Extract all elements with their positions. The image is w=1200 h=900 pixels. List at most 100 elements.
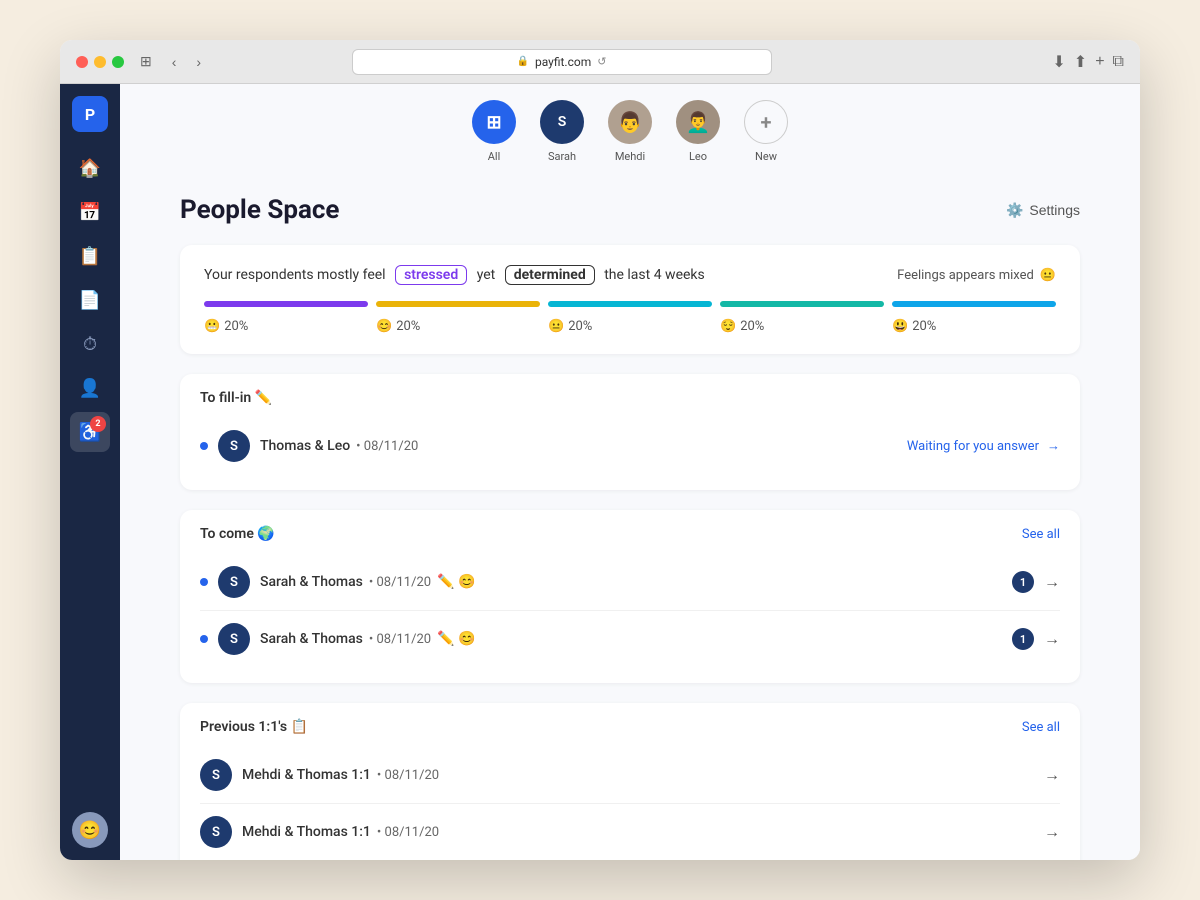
profile-avatar-mehdi: 👨 xyxy=(608,100,652,144)
list-info-prev-1: Mehdi & Thomas 1:1 • 08/11/20 xyxy=(242,824,1034,840)
profile-tab-label-leo: Leo xyxy=(689,150,707,163)
address-bar[interactable]: 🔒 payfit.com ↺ xyxy=(352,49,772,75)
sidebar-item-accessibility[interactable]: ♿ 2 xyxy=(70,412,110,452)
tabs-button[interactable]: ⧉ xyxy=(1113,52,1124,72)
nav-back-button[interactable]: ‹ xyxy=(168,52,181,72)
progress-bar-blue xyxy=(892,301,1056,307)
sidebar-toggle-button[interactable]: ⊞ xyxy=(136,51,156,72)
sidebar-item-timer[interactable]: ⏱ xyxy=(70,324,110,364)
sidebar-item-list[interactable]: 📋 xyxy=(70,236,110,276)
profile-tab-sarah[interactable]: S Sarah xyxy=(540,100,584,163)
page-title: People Space xyxy=(180,195,339,225)
arrow-icon-tc-1[interactable]: → xyxy=(1044,629,1060,649)
progress-bar-yellow xyxy=(376,301,540,307)
new-tab-button[interactable]: + xyxy=(1095,52,1104,72)
feelings-tag-determined: determined xyxy=(505,265,595,285)
list-name-0: Thomas & Leo xyxy=(260,438,350,454)
arrow-icon-prev-1[interactable]: → xyxy=(1044,822,1060,842)
to-fill-in-item-0[interactable]: S Thomas & Leo • 08/11/20 Waiting for yo… xyxy=(200,418,1060,474)
sidebar: P 🏠 📅 📋 📄 ⏱ 👤 ♿ 2 xyxy=(60,84,120,860)
pct-value-3: 20% xyxy=(740,319,764,334)
previous-ones-header: Previous 1:1's 📋 See all xyxy=(200,719,1060,735)
settings-button[interactable]: ⚙️ Settings xyxy=(1006,202,1080,219)
download-button[interactable]: ⬇ xyxy=(1052,52,1065,72)
pct-value-4: 20% xyxy=(912,319,936,334)
list-badge-tc-0: 1 xyxy=(1012,571,1034,593)
pct-item-1: 😊 20% xyxy=(376,319,540,334)
profile-tabs: ⊞ All S Sarah 👨 Mehdi 👨‍🦱 Leo + New xyxy=(120,84,1140,175)
list-avatar-tc-1: S xyxy=(218,623,250,655)
profile-tab-label-mehdi: Mehdi xyxy=(615,150,645,163)
profile-tab-mehdi[interactable]: 👨 Mehdi xyxy=(608,100,652,163)
list-name-tc-0: Sarah & Thomas xyxy=(260,574,363,590)
to-come-section: To come 🌍 See all S Sarah & Thomas • 08/… xyxy=(180,510,1080,683)
list-avatar-prev-0: S xyxy=(200,759,232,791)
to-come-item-1[interactable]: S Sarah & Thomas • 08/11/20 ✏️ 😊 1 → xyxy=(200,611,1060,667)
profile-avatar-sarah: S xyxy=(540,100,584,144)
to-fill-in-section: To fill-in ✏️ S Thomas & Leo • 08/11/20 … xyxy=(180,374,1080,490)
profile-avatar-add: + xyxy=(744,100,788,144)
pct-emoji-3: 😌 xyxy=(720,319,736,334)
gear-icon: ⚙️ xyxy=(1006,202,1023,219)
settings-label: Settings xyxy=(1029,202,1080,218)
page-header: People Space ⚙️ Settings xyxy=(180,195,1080,225)
profile-tab-all[interactable]: ⊞ All xyxy=(472,100,516,163)
list-date-tc-0: • 08/11/20 xyxy=(369,575,431,590)
list-date-prev-0: • 08/11/20 xyxy=(377,768,439,783)
timer-icon: ⏱ xyxy=(83,334,97,355)
sidebar-item-people[interactable]: 👤 xyxy=(70,368,110,408)
profile-avatar-all: ⊞ xyxy=(472,100,516,144)
home-icon: 🏠 xyxy=(79,158,101,179)
reload-icon: ↺ xyxy=(597,55,606,68)
page-content: People Space ⚙️ Settings Your respondent… xyxy=(120,175,1140,860)
previous-item-0[interactable]: S Mehdi & Thomas 1:1 • 08/11/20 → xyxy=(200,747,1060,804)
list-avatar-prev-1: S xyxy=(200,816,232,848)
pct-emoji-2: 😐 xyxy=(548,319,564,334)
main-content: ⊞ All S Sarah 👨 Mehdi 👨‍🦱 Leo + New xyxy=(120,84,1140,860)
profile-tab-new[interactable]: + New xyxy=(744,100,788,163)
app-logo[interactable]: P xyxy=(72,96,108,132)
url-text: payfit.com xyxy=(535,55,591,69)
sidebar-item-calendar[interactable]: 📅 xyxy=(70,192,110,232)
list-action-0[interactable]: Waiting for you answer → xyxy=(907,438,1060,454)
previous-ones-section: Previous 1:1's 📋 See all S Mehdi & Thoma… xyxy=(180,703,1080,860)
arrow-icon-prev-0[interactable]: → xyxy=(1044,765,1060,785)
profile-tab-label-new: New xyxy=(755,150,777,163)
pct-value-2: 20% xyxy=(568,319,592,334)
nav-forward-button[interactable]: › xyxy=(192,52,205,72)
user-avatar-sidebar[interactable]: 😊 xyxy=(72,812,108,848)
to-fill-in-title: To fill-in ✏️ xyxy=(200,390,272,406)
profile-tab-leo[interactable]: 👨‍🦱 Leo xyxy=(676,100,720,163)
feelings-suffix: the last 4 weeks xyxy=(604,267,705,283)
app-layout: P 🏠 📅 📋 📄 ⏱ 👤 ♿ 2 xyxy=(60,84,1140,860)
document-icon: 📄 xyxy=(79,290,101,311)
pct-item-2: 😐 20% xyxy=(548,319,712,334)
emoji-neutral: 😐 xyxy=(1040,268,1056,283)
traffic-light-red[interactable] xyxy=(76,56,88,68)
list-avatar-0: S xyxy=(218,430,250,462)
progress-bar-teal xyxy=(720,301,884,307)
people-icon: 👤 xyxy=(79,378,101,399)
sidebar-item-document[interactable]: 📄 xyxy=(70,280,110,320)
to-come-item-0[interactable]: S Sarah & Thomas • 08/11/20 ✏️ 😊 1 → xyxy=(200,554,1060,611)
to-come-see-all[interactable]: See all xyxy=(1022,527,1060,542)
sidebar-item-home[interactable]: 🏠 xyxy=(70,148,110,188)
list-avatar-tc-0: S xyxy=(218,566,250,598)
list-info-tc-1: Sarah & Thomas • 08/11/20 ✏️ 😊 xyxy=(260,631,1002,647)
pct-value-0: 20% xyxy=(224,319,248,334)
feelings-text: Your respondents mostly feel stressed ye… xyxy=(204,265,705,285)
previous-ones-see-all[interactable]: See all xyxy=(1022,720,1060,735)
share-button[interactable]: ⬆ xyxy=(1074,52,1087,72)
arrow-icon-tc-0[interactable]: → xyxy=(1044,572,1060,592)
traffic-light-yellow[interactable] xyxy=(94,56,106,68)
browser-window: ⊞ ‹ › 🔒 payfit.com ↺ ⬇ ⬆ + ⧉ P 🏠 📅 xyxy=(60,40,1140,860)
traffic-lights xyxy=(76,56,124,68)
previous-item-1[interactable]: S Mehdi & Thomas 1:1 • 08/11/20 → xyxy=(200,804,1060,860)
feelings-prefix: Your respondents mostly feel xyxy=(204,267,386,283)
list-dot-tc-0 xyxy=(200,578,208,586)
user-avatar-icon: 😊 xyxy=(79,820,101,841)
feelings-middle: yet xyxy=(477,267,496,283)
traffic-light-green[interactable] xyxy=(112,56,124,68)
sidebar-badge: 2 xyxy=(90,416,106,432)
list-name-prev-0: Mehdi & Thomas 1:1 xyxy=(242,767,371,783)
